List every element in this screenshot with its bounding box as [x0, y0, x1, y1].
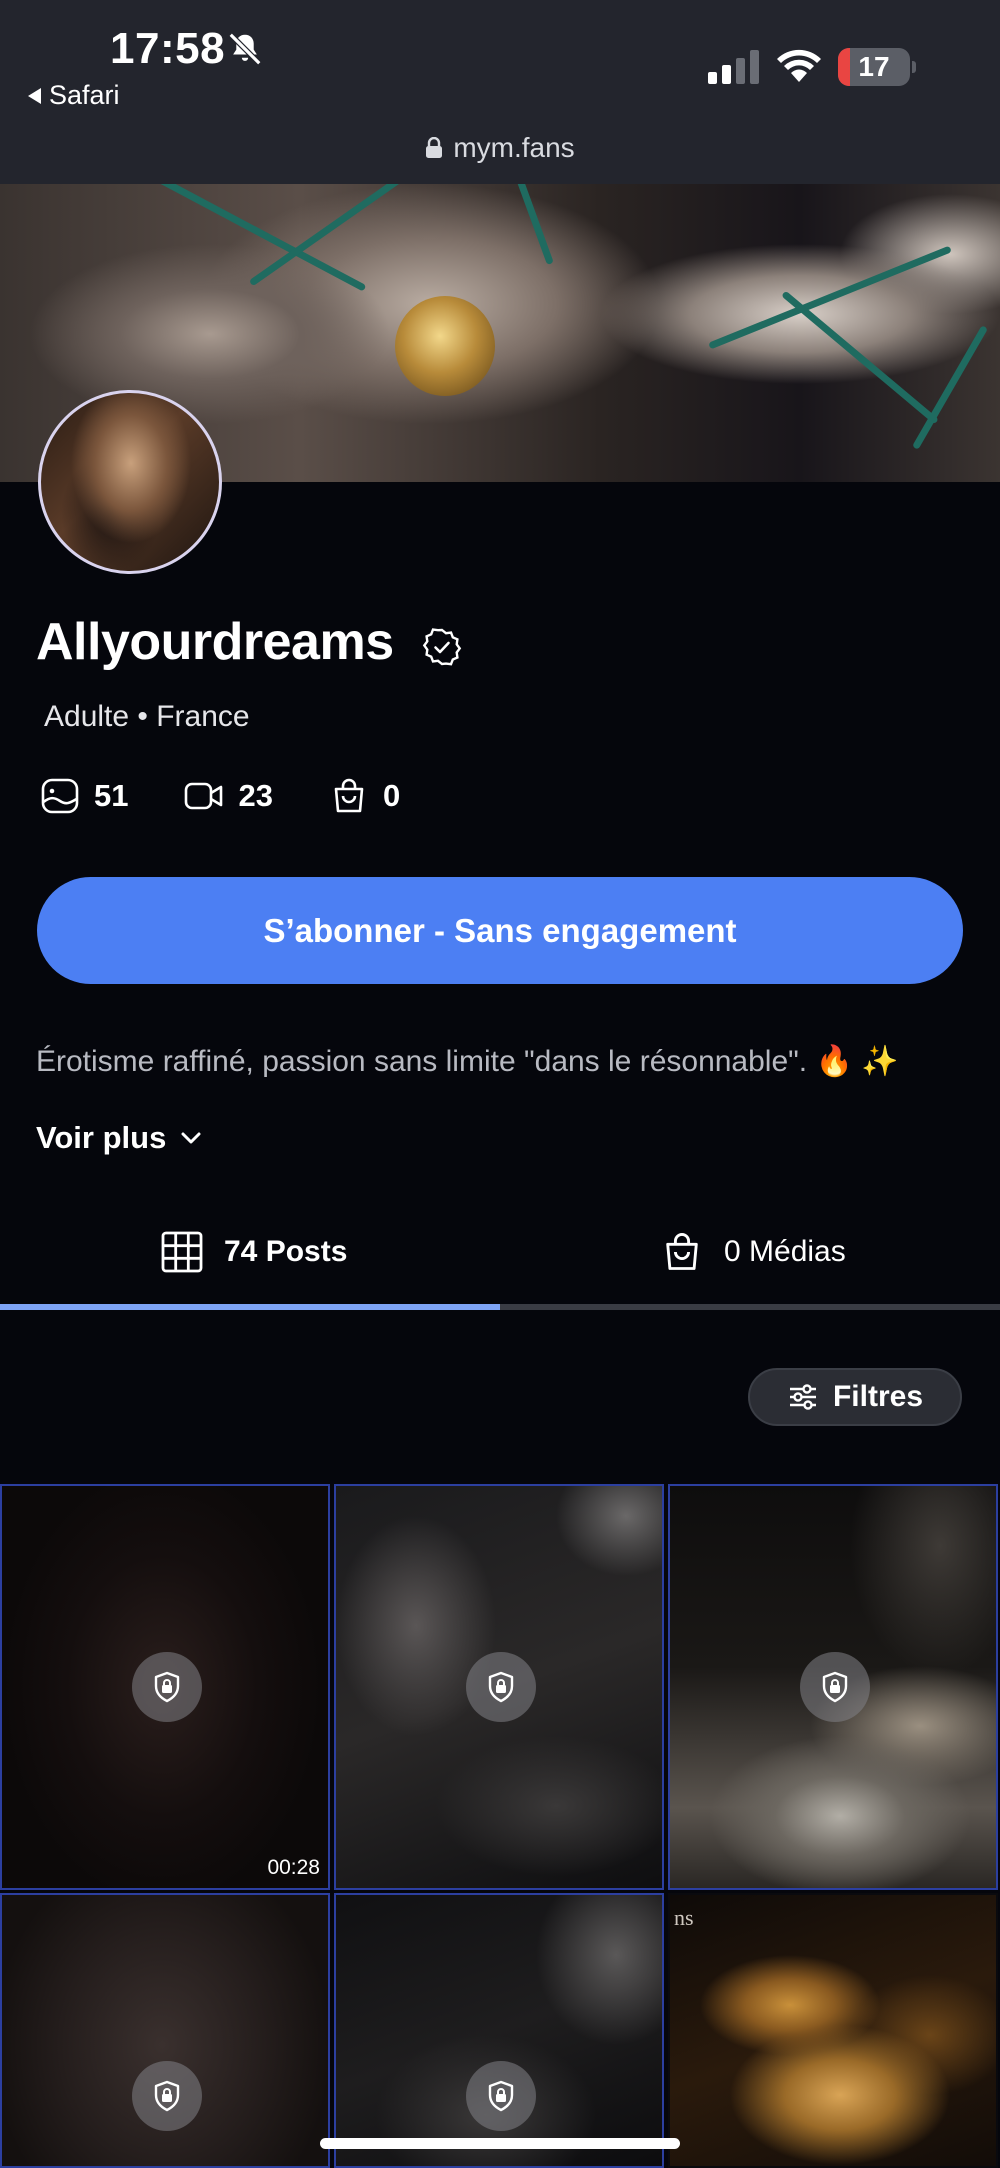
avatar[interactable] — [38, 390, 222, 574]
battery-level: 17 — [858, 51, 890, 82]
post-tile[interactable] — [334, 1893, 664, 2168]
shield-lock-icon — [154, 2080, 180, 2112]
profile-bio: Érotisme raffiné, passion sans limite "d… — [36, 1045, 899, 1078]
profile-name: Allyourdreams — [36, 613, 394, 671]
cellular-signal-icon — [708, 50, 759, 84]
status-bar: 17:58 Safari 17 mym.fans — [0, 0, 1000, 184]
filters-label: Filtres — [832, 1380, 924, 1413]
photo-icon — [41, 778, 79, 814]
status-time: 17:58 — [110, 24, 226, 73]
post-tile[interactable] — [334, 1484, 664, 1890]
post-tile[interactable]: ns — [668, 1893, 998, 2168]
post-tile[interactable] — [0, 1893, 330, 2168]
tab-posts-label: 74 Posts — [224, 1235, 348, 1268]
profile-meta: Adulte • France — [44, 700, 250, 733]
battery-icon: 17 — [838, 48, 916, 86]
bio-fade — [0, 1086, 1000, 1100]
url-text: mym.fans — [453, 132, 575, 163]
tab-posts[interactable]: 74 Posts — [160, 1220, 347, 1284]
wifi-icon — [777, 49, 821, 82]
stat-purchases: 0 — [329, 776, 400, 816]
verified-badge-icon — [422, 628, 462, 666]
shield-lock-icon — [488, 1671, 514, 1703]
locked-badge — [800, 1652, 870, 1722]
profile-stats: 51 23 0 — [40, 776, 456, 816]
stat-photos-value: 51 — [94, 778, 129, 813]
stat-videos: 23 — [184, 776, 273, 816]
home-indicator[interactable] — [320, 2138, 680, 2149]
locked-badge — [132, 1652, 202, 1722]
shield-lock-icon — [488, 2080, 514, 2112]
grid-icon — [161, 1231, 203, 1273]
shopping-bag-icon — [334, 778, 364, 813]
tab-indicator — [0, 1304, 500, 1310]
lock-icon — [426, 137, 443, 158]
video-duration: 00:28 — [267, 1856, 320, 1879]
post-corner-text: ns — [674, 1905, 694, 1930]
subscribe-button[interactable]: S’abonner - Sans engagement — [37, 877, 963, 984]
shield-lock-icon — [822, 1671, 848, 1703]
video-icon — [185, 782, 223, 810]
post-tile[interactable] — [668, 1484, 998, 1890]
shopping-bag-icon — [666, 1232, 698, 1270]
post-tile[interactable]: 00:28 — [0, 1484, 330, 1890]
shield-lock-icon — [154, 1671, 180, 1703]
tab-medias-label: 0 Médias — [724, 1235, 846, 1268]
back-arrow-icon — [28, 87, 41, 104]
locked-badge — [466, 1652, 536, 1722]
stat-videos-value: 23 — [238, 778, 273, 813]
sliders-icon — [789, 1384, 816, 1410]
tab-medias[interactable]: 0 Médias — [660, 1220, 846, 1284]
filters-button[interactable]: Filtres — [748, 1368, 962, 1426]
bell-slash-icon — [228, 32, 262, 66]
see-more-button[interactable]: Voir plus — [36, 1120, 204, 1156]
back-to-safari-button[interactable]: Safari — [28, 80, 120, 111]
stat-photos: 51 — [40, 776, 128, 816]
chevron-down-icon — [181, 1132, 201, 1144]
locked-badge — [132, 2061, 202, 2131]
stat-purchases-value: 0 — [382, 778, 401, 813]
back-app-label: Safari — [49, 80, 120, 110]
see-more-label: Voir plus — [36, 1120, 167, 1155]
locked-badge — [466, 2061, 536, 2131]
url-bar[interactable]: mym.fans — [0, 132, 1000, 164]
